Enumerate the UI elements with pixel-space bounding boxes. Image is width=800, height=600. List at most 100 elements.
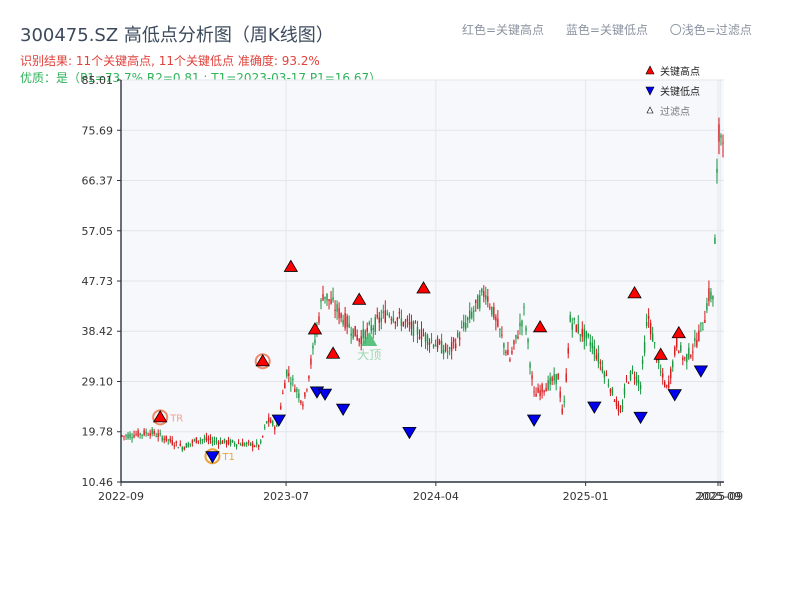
candle-body <box>591 342 594 349</box>
candle-body <box>676 337 678 348</box>
candle-body <box>607 384 610 386</box>
candle-body <box>473 310 475 312</box>
candle-body <box>201 439 204 441</box>
candle-body <box>467 317 469 321</box>
candle-body <box>217 442 220 445</box>
candle-body <box>483 291 485 297</box>
candle-body <box>159 433 161 435</box>
candle-body <box>434 344 437 347</box>
candle-body <box>402 322 405 326</box>
candle-body <box>531 375 533 380</box>
candle-body <box>458 337 461 340</box>
candle-body <box>370 325 372 332</box>
candle-body <box>241 442 244 447</box>
candle-body <box>239 444 242 446</box>
candle-body <box>561 408 563 414</box>
candle-body <box>396 317 399 321</box>
candle-body <box>358 338 360 343</box>
candle-body <box>348 323 350 328</box>
candle-body <box>366 327 368 332</box>
candle-body <box>475 299 477 304</box>
candle-body <box>463 322 465 328</box>
candle-body <box>426 335 429 346</box>
candle-body <box>704 319 706 324</box>
candle-body <box>294 388 296 392</box>
candle-body <box>386 313 389 315</box>
candle-body <box>312 345 314 349</box>
candle-body <box>627 382 630 384</box>
candle-body <box>559 391 561 398</box>
candle-body <box>179 443 181 446</box>
y-tick-label: 57.05 <box>82 225 114 238</box>
candle-body <box>392 317 395 322</box>
candle-body <box>193 439 196 441</box>
candle-body <box>442 349 445 354</box>
candle-body <box>629 370 632 380</box>
candle-body <box>135 433 137 435</box>
candle-body <box>682 357 684 361</box>
annotation-big: 大顶 <box>357 348 381 362</box>
candle-body <box>286 369 288 377</box>
candle-body <box>161 436 163 441</box>
candle-body <box>493 307 495 319</box>
candle-body <box>651 333 654 342</box>
y-tick-label: 10.46 <box>82 476 114 489</box>
candle-body <box>432 344 435 348</box>
x-tick-label: 2025-01 <box>563 490 609 503</box>
candle-body <box>249 442 252 446</box>
candle-body <box>505 351 507 354</box>
candle-body <box>452 338 455 343</box>
candle-body <box>428 341 431 345</box>
candle-body <box>521 320 523 327</box>
candle-body <box>481 288 483 293</box>
candle-body <box>318 316 320 323</box>
candle-body <box>292 378 294 380</box>
candle-body <box>354 326 356 337</box>
candle-body <box>513 340 515 345</box>
candle-body <box>374 317 376 332</box>
candle-body <box>619 410 622 412</box>
candle-body <box>404 320 407 322</box>
candle-body <box>143 430 145 436</box>
candle-body <box>149 432 151 436</box>
candle-body <box>633 377 636 379</box>
candle-body <box>569 315 571 322</box>
candle-body <box>664 381 666 387</box>
candle-body <box>231 440 234 443</box>
candle-body <box>368 322 370 324</box>
candle-body <box>579 334 581 336</box>
candle-body <box>541 384 543 393</box>
candle-body <box>141 434 143 436</box>
candle-body <box>221 441 224 444</box>
candle-body <box>155 436 157 438</box>
candle-body <box>127 434 129 439</box>
candle-body <box>615 399 618 407</box>
candle-body <box>418 336 421 339</box>
candle-body <box>641 359 644 365</box>
candle-body <box>139 433 141 436</box>
candle-body <box>533 391 535 393</box>
candle-body <box>527 338 529 343</box>
x-tick-label: 2022-09 <box>98 490 144 503</box>
candle-body <box>549 377 551 385</box>
y-tick-label: 66.37 <box>82 175 114 188</box>
candle-body <box>163 438 165 441</box>
legend-low-label: 关键低点 <box>660 85 700 98</box>
candle-body <box>390 319 393 321</box>
candle-body <box>245 442 248 445</box>
candle-body <box>243 443 246 446</box>
candle-body <box>384 310 387 323</box>
candle-body <box>324 296 326 299</box>
candle-body <box>338 308 340 319</box>
candle-body <box>209 436 212 441</box>
candle-body <box>523 306 525 308</box>
candle-body <box>334 309 336 312</box>
candle-body <box>563 400 565 402</box>
candle-body <box>529 363 531 368</box>
candle-body <box>489 307 491 309</box>
candle-body <box>183 447 186 450</box>
candle-body <box>344 313 346 329</box>
candle-body <box>700 322 702 325</box>
candle-body <box>255 442 258 445</box>
candle-body <box>485 295 487 300</box>
